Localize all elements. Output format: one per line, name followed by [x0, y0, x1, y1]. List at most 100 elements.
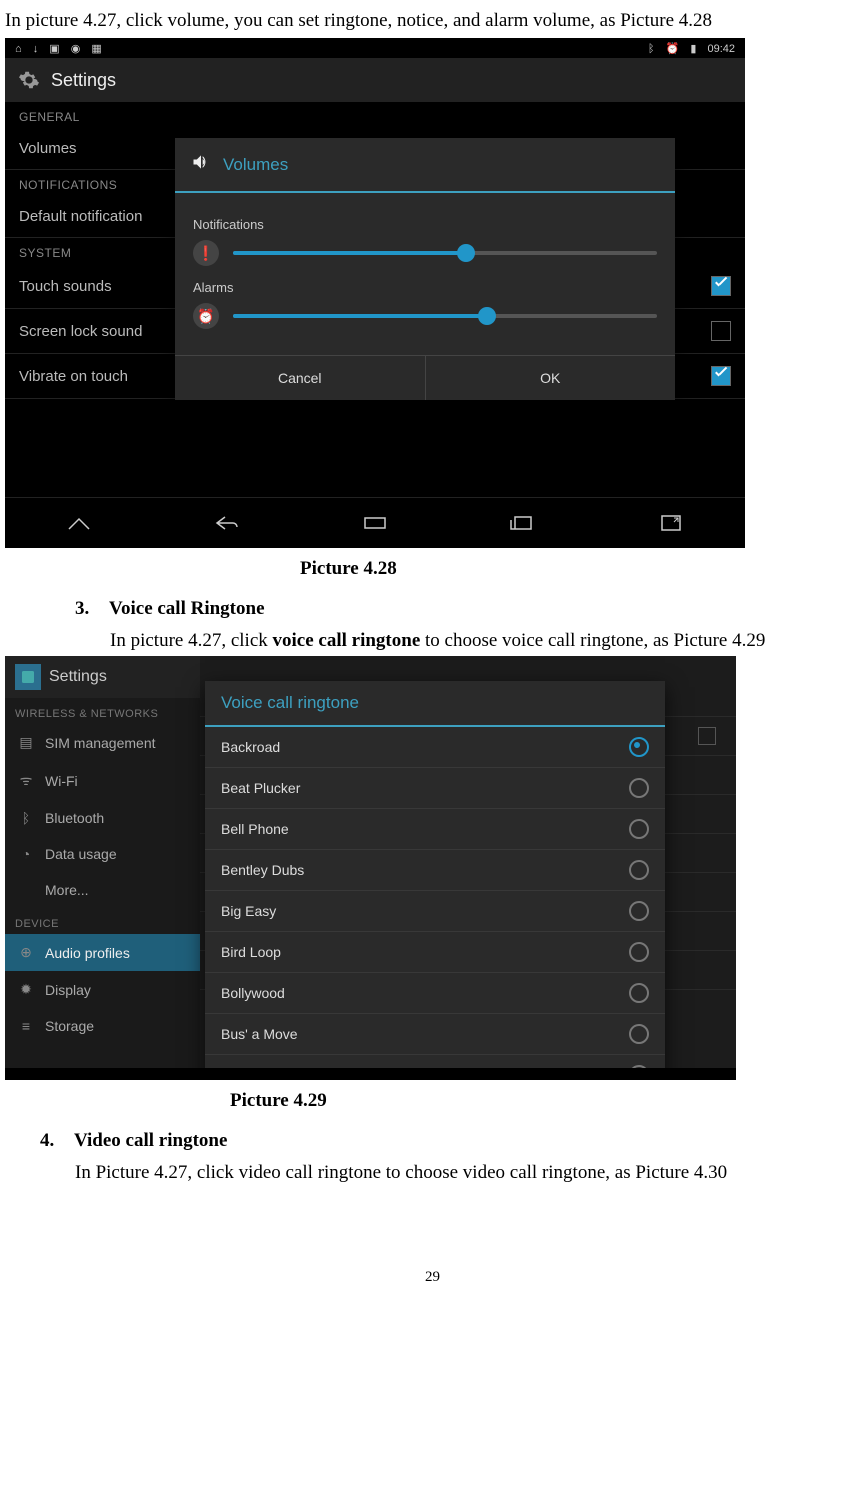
section3-number: 3. — [75, 598, 105, 620]
ringtone-label: Bus' a Move — [221, 1026, 298, 1042]
sidebar-item-audio-profiles[interactable]: ⊕ Audio profiles — [5, 934, 200, 971]
sidebar-item-label: Wi-Fi — [45, 773, 78, 789]
ringtone-label: Beat Plucker — [221, 780, 300, 796]
section4-number: 4. — [40, 1130, 70, 1152]
bt-icon: ᛒ — [17, 810, 35, 826]
battery-status-icon: ▮ — [690, 43, 696, 55]
section4-title: Video call ringtone — [74, 1130, 227, 1151]
sidebar-item-label: More... — [45, 882, 89, 898]
sidebar-item-display[interactable]: ✹ Display — [5, 971, 200, 1008]
nav-screenshot-icon[interactable] — [651, 508, 691, 538]
chrome-icon: ◉ — [71, 43, 81, 55]
settings-title: Settings — [51, 70, 116, 91]
sidebar-item-label: Display — [45, 982, 91, 998]
caption-429: Picture 4.29 — [230, 1090, 865, 1112]
ringtone-item-bollywood[interactable]: Bollywood — [205, 973, 665, 1014]
alarm-status-icon: ⏰ — [666, 43, 680, 55]
bluetooth-status-icon: ᛒ — [648, 43, 655, 55]
sim-icon: ▤ — [17, 734, 35, 751]
sidebar-item-label: Storage — [45, 1018, 94, 1034]
sidebar-item-storage[interactable]: ≡ Storage — [5, 1008, 200, 1044]
ringtone-label: Backroad — [221, 739, 280, 755]
checkbox-lock[interactable] — [711, 321, 731, 341]
sidebar-item-label: Audio profiles — [45, 945, 130, 961]
screenshot-ringtone: Settings WIRELESS & NETWORKS ▤ SIM manage… — [5, 656, 736, 1080]
speaker-icon — [191, 152, 211, 177]
ringtone-label: Bentley Dubs — [221, 862, 304, 878]
clock-text: 09:42 — [707, 43, 735, 55]
radio-icon[interactable] — [629, 737, 649, 757]
sidebar-item-wi-fi[interactable]: ᯤ Wi-Fi — [5, 761, 200, 800]
nav-main-icon[interactable] — [355, 508, 395, 538]
sidebar-item-sim-management[interactable]: ▤ SIM management — [5, 724, 200, 761]
display-icon: ✹ — [17, 981, 35, 998]
ringtone-dialog-title: Voice call ringtone — [205, 681, 665, 727]
sidebar-section-wireless: WIRELESS & NETWORKS — [5, 698, 200, 724]
audio-icon: ⊕ — [17, 944, 35, 961]
radio-icon[interactable] — [629, 942, 649, 962]
wifi-icon: ᯤ — [17, 771, 35, 790]
nav-recent-icon[interactable] — [503, 508, 543, 538]
radio-icon[interactable] — [629, 860, 649, 880]
alarms-slider[interactable] — [233, 314, 657, 318]
sidebar-item-label: Bluetooth — [45, 810, 104, 826]
ringtone-item-beat-plucker[interactable]: Beat Plucker — [205, 768, 665, 809]
intro-text: In picture 4.27, click volume, you can s… — [5, 10, 860, 32]
notification-icon: ❗ — [193, 240, 219, 266]
dialog-title: Volumes — [223, 155, 288, 175]
sidebar-header: Settings — [5, 656, 200, 698]
section3-title: Voice call Ringtone — [109, 598, 265, 619]
ringtone-dialog: Voice call ringtone Backroad Beat Plucker… — [205, 681, 665, 1080]
ringtone-label: Bird Loop — [221, 944, 281, 960]
nav-back-icon[interactable] — [207, 508, 247, 538]
ringtone-item-big-easy[interactable]: Big Easy — [205, 891, 665, 932]
data-icon: ◔ — [17, 846, 35, 862]
radio-icon[interactable] — [629, 778, 649, 798]
sidebar-title: Settings — [49, 668, 107, 686]
status-bar: ⌂ ↓ ▣ ◉ ▦ ᛒ ⏰ ▮ 09:42 — [5, 38, 745, 58]
cancel-button[interactable]: Cancel — [175, 356, 426, 400]
section-general: GENERAL — [5, 102, 745, 128]
radio-icon[interactable] — [629, 819, 649, 839]
ringtone-label: Big Easy — [221, 903, 276, 919]
nav-home-icon[interactable] — [59, 508, 99, 538]
label-alarms: Alarms — [193, 280, 657, 295]
ringtone-item-bird-loop[interactable]: Bird Loop — [205, 932, 665, 973]
alarm-icon: ⏰ — [193, 303, 219, 329]
volumes-dialog: Volumes Notifications ❗ Alarms ⏰ Cance — [175, 138, 675, 400]
sidebar: Settings WIRELESS & NETWORKS ▤ SIM manage… — [5, 656, 200, 1080]
sidebar-item-data-usage[interactable]: ◔ Data usage — [5, 836, 200, 872]
sidebar-item-bluetooth[interactable]: ᛒ Bluetooth — [5, 800, 200, 836]
settings-app-icon — [15, 664, 41, 690]
ringtone-item-backroad[interactable]: Backroad — [205, 727, 665, 768]
label-notifications: Notifications — [193, 217, 657, 232]
storage-icon: ≡ — [17, 1018, 35, 1034]
home-icon: ⌂ — [15, 43, 22, 55]
ringtone-item-bell-phone[interactable]: Bell Phone — [205, 809, 665, 850]
notifications-slider[interactable] — [233, 251, 657, 255]
ringtone-label: Bollywood — [221, 985, 285, 1001]
sidebar-item-label: Data usage — [45, 846, 117, 862]
radio-icon[interactable] — [629, 901, 649, 921]
nav-bar — [5, 497, 745, 548]
checkbox-vibrate[interactable] — [711, 366, 731, 386]
radio-icon[interactable] — [629, 1024, 649, 1044]
checkbox-placeholder[interactable] — [698, 727, 716, 745]
ok-button[interactable]: OK — [426, 356, 676, 400]
ringtone-label: Bell Phone — [221, 821, 289, 837]
checkbox-touch[interactable] — [711, 276, 731, 296]
radio-icon[interactable] — [629, 983, 649, 1003]
app-icon: ▣ — [49, 43, 59, 55]
caption-428: Picture 4.28 — [300, 558, 865, 580]
page-number: 29 — [0, 1269, 865, 1286]
sidebar-item-more-[interactable]: More... — [5, 872, 200, 908]
download-icon: ↓ — [33, 43, 39, 55]
gear-icon — [17, 68, 41, 92]
sidebar-item-label: SIM management — [45, 735, 156, 751]
settings-header: Settings — [5, 58, 745, 102]
section3-body: In picture 4.27, click voice call ringto… — [110, 626, 860, 656]
ringtone-item-bentley-dubs[interactable]: Bentley Dubs — [205, 850, 665, 891]
ringtone-item-bus-a-move[interactable]: Bus' a Move — [205, 1014, 665, 1055]
section4-body: In Picture 4.27, click video call ringto… — [75, 1158, 860, 1188]
sidebar-section-device: DEVICE — [5, 908, 200, 934]
